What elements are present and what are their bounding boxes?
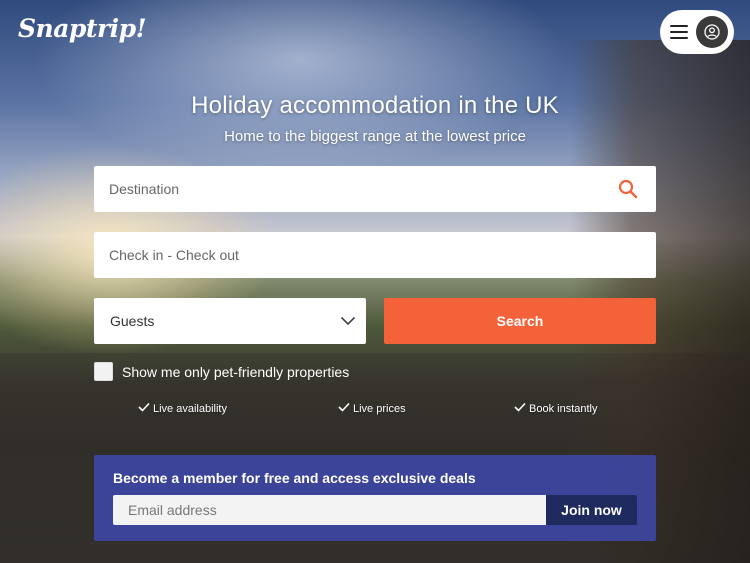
feature-label: Live prices xyxy=(353,402,406,415)
guests-select[interactable]: Guests xyxy=(94,298,366,344)
dates-field[interactable] xyxy=(94,232,656,278)
guests-label: Guests xyxy=(110,313,155,329)
search-button[interactable]: Search xyxy=(384,298,656,344)
check-icon xyxy=(338,402,350,415)
pet-friendly-checkbox[interactable] xyxy=(94,362,113,381)
menu-account-pill[interactable] xyxy=(660,10,734,54)
user-icon[interactable] xyxy=(696,16,728,48)
site-logo[interactable]: Snaptrip! xyxy=(18,14,147,43)
feature-live-prices: Live prices xyxy=(338,402,406,415)
feature-label: Book instantly xyxy=(529,402,598,415)
search-icon[interactable] xyxy=(618,179,638,202)
email-field[interactable] xyxy=(113,495,546,525)
hamburger-icon[interactable] xyxy=(670,25,688,39)
check-icon xyxy=(138,402,150,415)
check-icon xyxy=(514,402,526,415)
email-input[interactable] xyxy=(128,502,531,518)
dates-input[interactable] xyxy=(109,247,641,263)
membership-title: Become a member for free and access excl… xyxy=(113,470,476,486)
feature-live-availability: Live availability xyxy=(138,402,227,415)
membership-signup-box: Become a member for free and access excl… xyxy=(94,455,656,541)
pet-friendly-label: Show me only pet-friendly properties xyxy=(122,363,350,380)
feature-label: Live availability xyxy=(153,402,227,415)
page-title: Holiday accommodation in the UK xyxy=(191,92,559,119)
pet-friendly-option[interactable]: Show me only pet-friendly properties xyxy=(94,362,349,381)
destination-input[interactable] xyxy=(109,181,641,197)
feature-book-instantly: Book instantly xyxy=(514,402,597,415)
destination-field[interactable] xyxy=(94,166,656,212)
join-now-button[interactable]: Join now xyxy=(546,495,637,525)
page-subtitle: Home to the biggest range at the lowest … xyxy=(224,128,526,145)
chevron-down-icon xyxy=(340,313,356,329)
